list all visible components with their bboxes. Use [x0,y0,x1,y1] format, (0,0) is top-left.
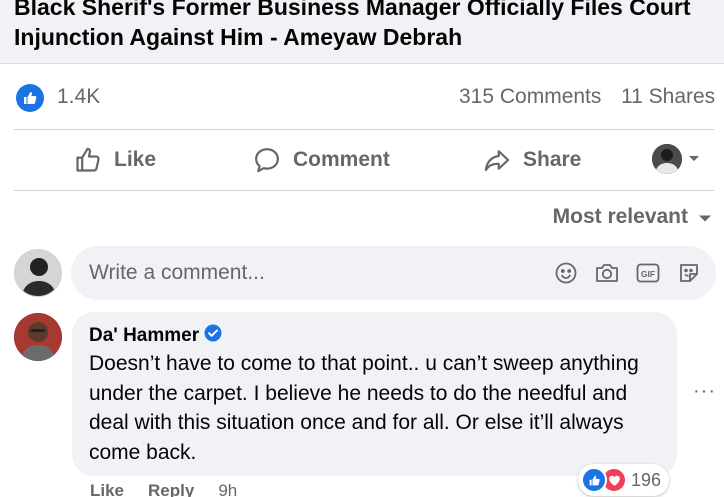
comment-sort-dropdown[interactable]: Most relevant [553,205,712,229]
comment-icon [253,146,281,174]
emoji-icon[interactable] [553,260,579,286]
current-user-avatar[interactable] [14,249,62,297]
comments-count-link[interactable]: 315 Comments [459,85,601,109]
comment-author[interactable]: Da' Hammer [89,324,222,348]
avatar [652,144,682,174]
comment-input[interactable] [89,246,529,300]
comment-actions: Like Reply 9h [90,481,237,497]
like-button-label: Like [114,148,157,171]
comment-timestamp[interactable]: 9h [218,481,237,497]
link-title[interactable]: Black Sherif's Former Business Manager O… [14,0,714,52]
sticker-icon[interactable] [676,260,702,286]
link-preview-header[interactable]: Black Sherif's Former Business Manager O… [0,0,724,64]
share-button-label: Share [523,148,582,171]
camera-icon[interactable] [594,260,620,286]
share-icon [483,146,511,174]
comment-text: Doesn’t have to come to that point.. u c… [89,352,639,464]
verified-icon [204,324,222,348]
shares-count-link[interactable]: 11 Shares [621,85,715,109]
author-name[interactable]: Da' Hammer [89,325,199,347]
reaction-summary[interactable]: 196 [578,464,670,496]
like-button[interactable]: Like [74,143,156,177]
comment-composer[interactable]: GIF [71,246,716,300]
comment-reply-link[interactable]: Reply [148,481,194,497]
post-stats: 1.4K 315 Comments 11 Shares [0,64,724,130]
divider [14,129,714,130]
commenter-avatar[interactable] [14,313,62,361]
divider [14,190,714,191]
post-actions: Like Comment Share [0,131,724,189]
reaction-count: 196 [631,469,662,490]
comment-like-link[interactable]: Like [90,481,124,497]
comment-button-label: Comment [293,148,390,171]
composer-tools: GIF [553,260,702,286]
comment-bubble: Da' Hammer Doesn’t have to come to that … [72,312,677,476]
comment-button[interactable]: Comment [253,143,390,177]
sort-label: Most relevant [552,205,688,228]
more-options-icon[interactable]: ··· [693,380,716,403]
chevron-down-icon [688,150,700,168]
comment-as-selector[interactable] [652,144,700,174]
share-button[interactable]: Share [483,143,581,177]
like-reaction-icon [581,467,607,493]
svg-text:GIF: GIF [641,269,655,279]
chevron-down-icon [698,205,712,229]
like-count[interactable]: 1.4K [57,85,100,109]
like-badge-icon[interactable] [16,84,44,112]
thumbs-up-icon [74,146,102,174]
gif-icon[interactable]: GIF [635,260,661,286]
